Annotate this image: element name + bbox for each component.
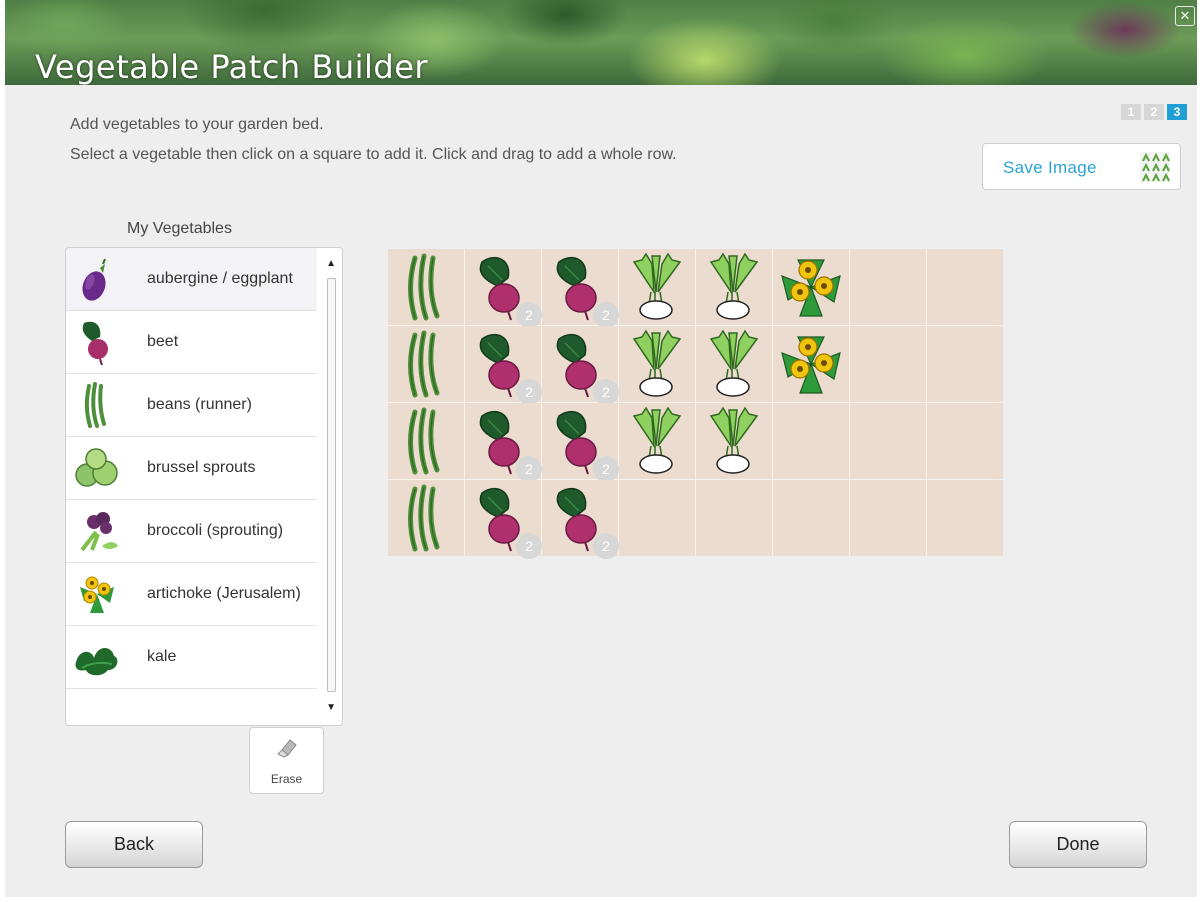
garden-cell[interactable] [927, 403, 1003, 479]
garden-cell[interactable] [696, 480, 772, 556]
garden-cell[interactable] [619, 326, 695, 402]
artichoke-icon [72, 569, 122, 619]
step-2[interactable]: 2 [1144, 104, 1164, 120]
garden-cell[interactable]: 2 [542, 480, 619, 559]
garden-cell[interactable] [850, 480, 926, 556]
garden-cell[interactable] [850, 249, 926, 325]
garden-cell[interactable] [927, 326, 1003, 402]
list-scrollbar[interactable]: ▲ ▼ [320, 248, 342, 725]
list-item-label: broccoli (sprouting) [147, 522, 284, 539]
close-icon[interactable]: ✕ [1175, 6, 1195, 26]
garden-cell[interactable] [850, 326, 926, 402]
garden-cell[interactable] [773, 326, 849, 402]
save-image-label: Save Image [1003, 158, 1097, 177]
list-item-label: beans (runner) [147, 396, 252, 413]
aubergine-icon [72, 254, 122, 304]
list-item-beet[interactable]: beet [66, 311, 317, 374]
garden-cell[interactable] [927, 249, 1003, 325]
list-item-broccoli[interactable]: broccoli (sprouting) [66, 500, 317, 563]
scroll-down-icon[interactable]: ▼ [326, 702, 336, 713]
plant-count-badge: 2 [593, 533, 619, 559]
garden-cell[interactable] [388, 403, 464, 479]
garden-cell[interactable] [388, 480, 464, 556]
vegetable-list-title: My Vegetables [127, 220, 232, 237]
brussel-sprouts-icon [72, 443, 122, 493]
garden-cell[interactable] [696, 403, 772, 479]
list-item-aubergine[interactable]: aubergine / eggplant [66, 248, 317, 311]
garden-cell[interactable] [619, 480, 695, 556]
garden-cell[interactable] [388, 249, 464, 325]
list-item-label: artichoke (Jerusalem) [147, 585, 301, 602]
garden-cell[interactable]: 2 [542, 403, 619, 482]
garden-cell[interactable] [388, 326, 464, 402]
list-item-label: aubergine / eggplant [147, 270, 293, 287]
garden-cell[interactable] [696, 249, 772, 325]
app-window: Vegetable Patch Builder ✕ 1 2 3 Add vege… [5, 0, 1197, 897]
garden-cell[interactable]: 2 [542, 326, 619, 405]
garden-bed-grid[interactable]: 2 2 2 2 2 2 2 2 [388, 249, 1003, 559]
garden-cell[interactable]: 2 [465, 403, 542, 482]
plant-count-badge: 2 [516, 456, 542, 482]
header-banner: Vegetable Patch Builder ✕ [5, 0, 1197, 85]
garden-cell[interactable] [927, 480, 1003, 556]
done-button[interactable]: Done [1009, 821, 1147, 868]
kale-icon [72, 632, 122, 682]
garden-cell[interactable] [619, 403, 695, 479]
garden-cell[interactable] [619, 249, 695, 325]
garden-cell[interactable] [696, 326, 772, 402]
step-1[interactable]: 1 [1121, 104, 1141, 120]
list-item-label: brussel sprouts [147, 459, 256, 476]
vegetable-list: aubergine / eggplant beet beans (runner)… [65, 247, 343, 726]
back-button[interactable]: Back [65, 821, 203, 868]
garden-cell[interactable]: 2 [465, 480, 542, 559]
plant-count-badge: 2 [516, 533, 542, 559]
erase-label: Erase [270, 772, 303, 786]
beet-icon [72, 317, 122, 367]
plant-count-badge: 2 [516, 302, 542, 328]
instruction-line-2: Select a vegetable then click on a squar… [70, 146, 677, 163]
garden-cell[interactable]: 2 [542, 249, 619, 328]
plant-count-badge: 2 [593, 302, 619, 328]
garden-cell[interactable] [773, 249, 849, 325]
plant-count-badge: 2 [593, 456, 619, 482]
app-title: Vegetable Patch Builder [35, 48, 429, 85]
beans-icon [72, 380, 122, 430]
plant-count-badge: 2 [593, 379, 619, 405]
eraser-icon [277, 739, 297, 758]
save-image-button[interactable]: Save Image [982, 143, 1181, 190]
grid-image-icon [1140, 152, 1170, 187]
plant-count-badge: 2 [516, 379, 542, 405]
list-item-artichoke[interactable]: artichoke (Jerusalem) [66, 563, 317, 626]
step-indicator: 1 2 3 [1121, 104, 1187, 120]
step-3[interactable]: 3 [1167, 104, 1187, 120]
garden-cell[interactable] [773, 403, 849, 479]
instruction-line-1: Add vegetables to your garden bed. [70, 116, 324, 133]
list-item-brussel-sprouts[interactable]: brussel sprouts [66, 437, 317, 500]
scroll-up-icon[interactable]: ▲ [326, 258, 336, 269]
list-item-kale[interactable]: kale [66, 626, 317, 689]
broccoli-icon [72, 506, 122, 556]
scroll-thumb[interactable] [327, 278, 336, 692]
list-item-label: kale [147, 648, 177, 665]
garden-cell[interactable] [850, 403, 926, 479]
list-item-beans[interactable]: beans (runner) [66, 374, 317, 437]
list-item-label: beet [147, 333, 179, 350]
garden-cell[interactable] [773, 480, 849, 556]
garden-cell[interactable]: 2 [465, 326, 542, 405]
erase-button[interactable]: Erase [249, 727, 324, 794]
garden-cell[interactable]: 2 [465, 249, 542, 328]
